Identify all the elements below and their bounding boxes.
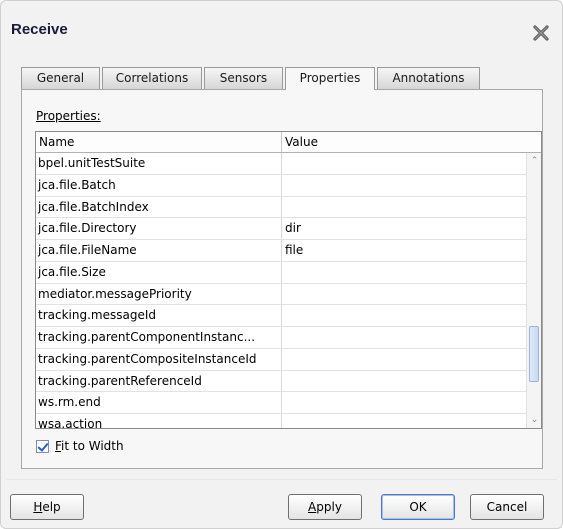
scroll-up-icon[interactable]: ⌃ xyxy=(527,153,541,169)
scroll-thumb[interactable] xyxy=(529,326,539,382)
property-value-cell[interactable] xyxy=(282,414,526,428)
apply-button[interactable]: Apply xyxy=(288,494,362,520)
property-value-cell[interactable] xyxy=(282,284,526,305)
property-name-cell[interactable]: tracking.parentCompositeInstanceId xyxy=(36,348,282,370)
tab-sensors[interactable]: Sensors xyxy=(204,67,283,89)
column-header-name[interactable]: Name xyxy=(36,132,282,152)
property-value-cell[interactable] xyxy=(282,371,526,392)
tab-properties[interactable]: Properties xyxy=(285,67,375,90)
vertical-scrollbar[interactable]: ⌃ ⌄ xyxy=(526,153,541,428)
column-header-value[interactable]: Value xyxy=(282,132,526,152)
table-row[interactable]: mediator.messagePriority xyxy=(36,283,526,306)
property-value-cell[interactable] xyxy=(282,392,526,413)
property-name-cell[interactable]: jca.file.Batch xyxy=(36,174,282,196)
property-value-cell[interactable] xyxy=(282,153,526,174)
fit-to-width-checkbox[interactable] xyxy=(36,439,49,453)
fit-to-width-option[interactable]: Fit to Width xyxy=(36,437,124,455)
property-name-cell[interactable]: tracking.parentReferenceId xyxy=(36,370,282,392)
table-row[interactable]: tracking.parentReferenceId xyxy=(36,370,526,393)
property-value-cell[interactable] xyxy=(282,349,526,370)
table-row[interactable]: jca.file.BatchIndex xyxy=(36,196,526,219)
property-value-cell[interactable] xyxy=(282,175,526,196)
property-name-cell[interactable]: wsa.action xyxy=(36,414,282,428)
table-row[interactable]: bpel.unitTestSuite xyxy=(36,153,526,175)
table-row[interactable]: tracking.messageId xyxy=(36,305,526,327)
table-row[interactable]: jca.file.Batch xyxy=(36,174,526,197)
tab-general[interactable]: General xyxy=(21,67,100,89)
scroll-down-icon[interactable]: ⌄ xyxy=(527,412,541,428)
property-value-cell[interactable] xyxy=(282,262,526,283)
dialog-title: Receive xyxy=(11,21,68,38)
tab-correlations[interactable]: Correlations xyxy=(102,67,202,89)
property-value-cell[interactable] xyxy=(282,197,526,218)
property-name-cell[interactable]: jca.file.Size xyxy=(36,261,282,283)
property-name-cell[interactable]: bpel.unitTestSuite xyxy=(36,153,282,174)
property-name-cell[interactable]: ws.rm.end xyxy=(36,392,282,414)
property-value-cell[interactable]: file xyxy=(282,240,526,261)
table-row[interactable]: jca.file.Size xyxy=(36,261,526,284)
checkmark-icon xyxy=(37,439,49,452)
properties-label: Properties: xyxy=(36,109,101,123)
table-body: bpel.unitTestSuite jca.file.Batch jca.file… xyxy=(36,153,526,428)
property-value-cell[interactable]: dir xyxy=(282,218,526,239)
help-button[interactable]: Help xyxy=(10,494,84,520)
properties-label-text: Properties: xyxy=(36,109,101,123)
property-name-cell[interactable]: mediator.messagePriority xyxy=(36,283,282,305)
property-name-cell[interactable]: tracking.parentComponentInstanc... xyxy=(36,327,282,348)
close-icon[interactable] xyxy=(531,23,551,43)
ok-button[interactable]: OK xyxy=(381,494,455,520)
receive-dialog: Receive General Correlations Sensors Pro… xyxy=(0,0,563,529)
tab-annotations[interactable]: Annotations xyxy=(377,67,480,89)
table-header: Name Value xyxy=(36,132,541,153)
property-name-cell[interactable]: jca.file.Directory xyxy=(36,218,282,240)
table-row[interactable]: tracking.parentComponentInstanc... xyxy=(36,327,526,349)
property-value-cell[interactable] xyxy=(282,305,526,326)
properties-table: Name Value bpel.unitTestSuite jca.file.Ba… xyxy=(35,131,542,429)
divider xyxy=(7,479,557,480)
table-row[interactable]: jca.file.FileName file xyxy=(36,240,526,262)
property-value-cell[interactable] xyxy=(282,327,526,348)
fit-to-width-label: Fit to Width xyxy=(55,439,124,453)
table-row[interactable]: tracking.parentCompositeInstanceId xyxy=(36,348,526,371)
table-row[interactable]: jca.file.Directory dir xyxy=(36,218,526,240)
cancel-button[interactable]: Cancel xyxy=(470,494,544,520)
property-name-cell[interactable]: jca.file.BatchIndex xyxy=(36,196,282,218)
table-row[interactable]: wsa.action xyxy=(36,414,526,428)
table-row[interactable]: ws.rm.end xyxy=(36,392,526,414)
property-name-cell[interactable]: tracking.messageId xyxy=(36,305,282,327)
property-name-cell[interactable]: jca.file.FileName xyxy=(36,240,282,261)
